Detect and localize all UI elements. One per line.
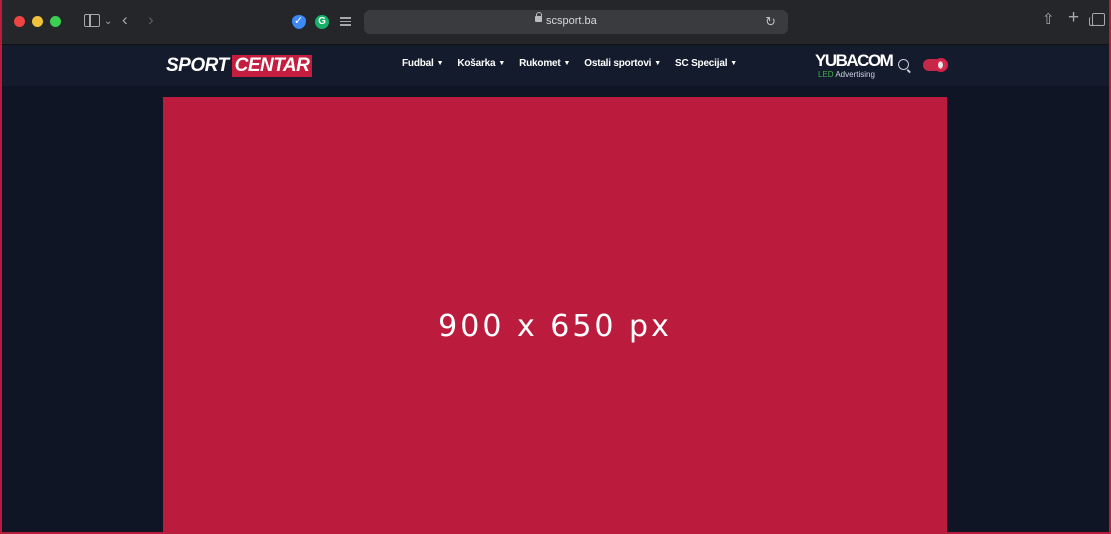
sponsor-brand: YUBACOM: [815, 51, 894, 70]
sponsor-tagline: LED Advertising: [818, 70, 887, 79]
url-text[interactable]: scsport.ba: [546, 15, 597, 27]
chevron-down-icon: ▼: [730, 60, 738, 67]
grammarly-extension-icon[interactable]: G: [315, 15, 329, 29]
nav-item-label: Rukomet: [519, 58, 561, 69]
moon-icon: [934, 58, 948, 72]
chevron-down-icon: ▼: [498, 60, 506, 67]
ad-placeholder-text: 900 x 650 px: [438, 309, 672, 344]
chevron-down-icon[interactable]: ⌄: [104, 14, 112, 29]
chevron-down-icon: ▼: [436, 60, 444, 67]
site-header: SPORT CENTAR Fudbal ▼ Košarka ▼ Rukomet ▼ O…: [2, 45, 1109, 86]
sponsor-tagline-rest: Advertising: [835, 70, 875, 79]
logo-text-centar: CENTAR: [231, 55, 313, 77]
sidebar-toggle-icon[interactable]: [84, 14, 100, 27]
sponsor-tagline-prefix: LED: [818, 70, 834, 79]
minimize-window-button[interactable]: [32, 16, 43, 27]
main-navigation: Fudbal ▼ Košarka ▼ Rukomet ▼ Ostali sportov…: [402, 58, 751, 69]
shield-extension-icon[interactable]: [292, 14, 306, 29]
chevron-down-icon: ▼: [654, 60, 661, 67]
nav-item-kosarka[interactable]: Košarka ▼: [457, 58, 505, 69]
forward-button[interactable]: ›: [148, 11, 154, 28]
logo-text-sport: SPORT: [166, 55, 229, 76]
nav-item-label: Fudbal: [402, 58, 434, 69]
reload-icon[interactable]: ↻: [765, 14, 776, 30]
nav-item-ostali-sportovi[interactable]: Ostali sportovi ▼: [584, 58, 661, 69]
browser-toolbar: ⌄ ‹ › G scsport.ba ↻ ⇧ +: [2, 0, 1109, 45]
nav-item-sc-specijal[interactable]: SC Specijal ▼: [675, 58, 737, 69]
lock-icon: [535, 12, 542, 22]
new-tab-button[interactable]: +: [1068, 8, 1079, 27]
tab-overview-icon[interactable]: [1089, 13, 1105, 26]
nav-item-label: SC Specijal: [675, 58, 728, 69]
chevron-down-icon: ▼: [563, 60, 571, 67]
sponsor-logo[interactable]: YUBACOM LED Advertising: [815, 51, 894, 82]
address-bar[interactable]: scsport.ba ↻: [364, 10, 788, 34]
nav-item-rukomet[interactable]: Rukomet ▼: [519, 58, 570, 69]
nav-item-label: Košarka: [457, 58, 496, 69]
share-icon[interactable]: ⇧: [1042, 12, 1055, 27]
zoom-window-button[interactable]: [50, 16, 61, 27]
browser-window: ⌄ ‹ › G scsport.ba ↻ ⇧ + SPORT CENTAR Fu…: [0, 0, 1111, 534]
search-icon[interactable]: [898, 59, 909, 70]
site-logo[interactable]: SPORT CENTAR: [166, 55, 313, 77]
nav-item-fudbal[interactable]: Fudbal ▼: [402, 58, 444, 69]
nav-item-label: Ostali sportovi: [584, 58, 652, 69]
close-window-button[interactable]: [14, 16, 25, 27]
dark-mode-toggle[interactable]: [923, 58, 948, 72]
back-button[interactable]: ‹: [122, 11, 128, 28]
reader-mode-icon[interactable]: [340, 15, 351, 28]
ad-banner[interactable]: 900 x 650 px: [163, 97, 947, 534]
window-controls: [14, 16, 61, 27]
